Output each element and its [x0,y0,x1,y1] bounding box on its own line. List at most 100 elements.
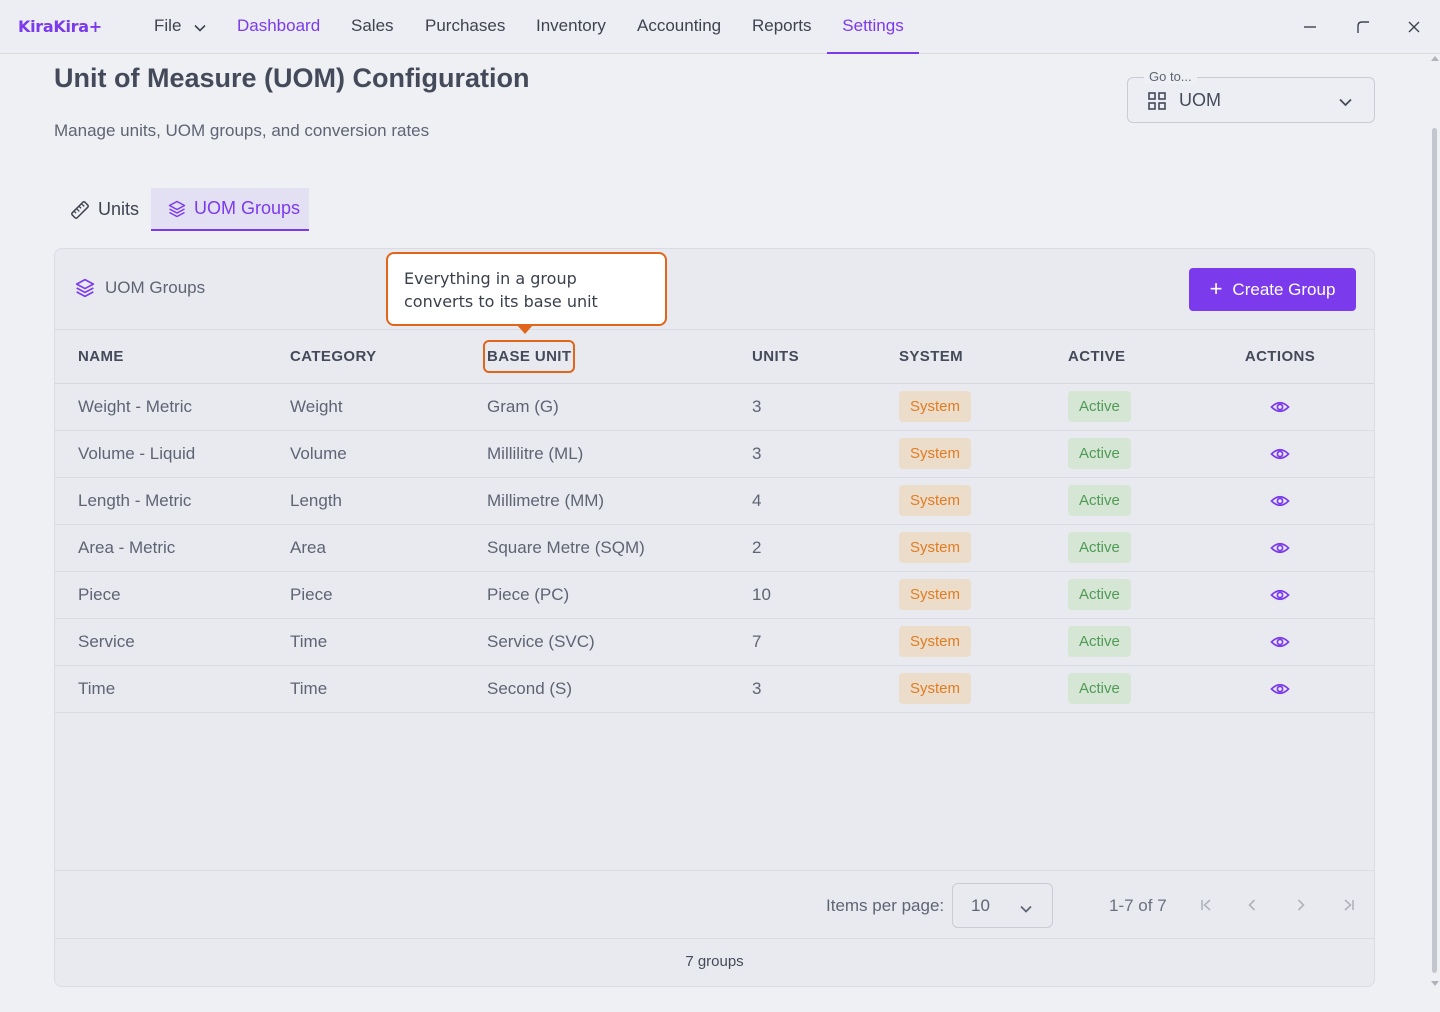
cell-name: Length - Metric [55,477,290,525]
col-system[interactable]: SYSTEM [899,330,1068,384]
active-badge: Active [1068,532,1131,563]
col-base-unit[interactable]: BASE UNIT [483,330,752,384]
cell-units: 2 [752,524,899,572]
col-category[interactable]: CATEGORY [290,330,487,384]
paginator: Items per page: 10 1-7 of 7 [55,870,1374,939]
tooltip-arrow [517,325,533,334]
menu-file-label: File [154,16,182,35]
system-badge: System [899,626,972,657]
col-name[interactable]: NAME [55,330,290,384]
tab-uom-groups-label: UOM Groups [194,198,301,218]
cell-name: Area - Metric [55,524,290,572]
eye-icon[interactable] [1270,397,1290,417]
nav-inventory[interactable]: Inventory [536,0,606,54]
cell-base-unit: Millilitre (ML) [487,430,752,478]
close-icon[interactable] [1401,14,1427,40]
ruler-icon [71,200,89,219]
goto-label: Go to... [1144,69,1197,84]
cell-name: Piece [55,571,290,619]
eye-icon[interactable] [1270,538,1290,558]
app-brand[interactable]: KiraKira+ [18,17,102,36]
scroll-down-icon[interactable] [1431,981,1439,986]
table-row[interactable]: Area - Metric Area Square Metre (SQM) 2 … [55,524,1374,572]
menu-file[interactable]: File [154,0,206,54]
cell-system: System [899,430,1068,478]
table-row[interactable]: Length - Metric Length Millimetre (MM) 4… [55,477,1374,525]
previous-page-icon[interactable] [1240,893,1264,917]
table-header-row: NAME CATEGORY BASE UNIT UNITS SYSTEM ACT… [55,330,1374,384]
last-page-icon[interactable] [1337,893,1361,917]
next-page-icon[interactable] [1289,893,1313,917]
restore-icon[interactable] [1350,14,1376,40]
cell-name: Volume - Liquid [55,430,290,478]
cell-system: System [899,571,1068,619]
active-badge: Active [1068,438,1131,469]
scrollbar-thumb[interactable] [1432,128,1437,973]
table-row[interactable]: Piece Piece Piece (PC) 10 System Active [55,571,1374,619]
active-badge: Active [1068,579,1131,610]
nav-sales[interactable]: Sales [351,0,394,54]
cell-active: Active [1068,665,1220,713]
cell-system: System [899,618,1068,666]
eye-icon[interactable] [1270,632,1290,652]
cell-active: Active [1068,571,1220,619]
active-badge: Active [1068,485,1131,516]
cell-base-unit: Millimetre (MM) [487,477,752,525]
cell-active: Active [1068,430,1220,478]
table-row[interactable]: Service Time Service (SVC) 7 System Acti… [55,618,1374,666]
cell-units: 10 [752,571,899,619]
cell-category: Time [290,665,487,713]
cell-category: Area [290,524,487,572]
group-count: 7 groups [685,953,744,970]
nav-dashboard[interactable]: Dashboard [237,0,320,54]
active-badge: Active [1068,626,1131,657]
table-row[interactable]: Time Time Second (S) 3 System Active [55,665,1374,713]
cell-category: Length [290,477,487,525]
nav-settings[interactable]: Settings [827,0,919,54]
col-active[interactable]: ACTIVE [1068,330,1220,384]
system-badge: System [899,438,972,469]
eye-icon[interactable] [1270,679,1290,699]
chevron-down-icon [194,1,206,53]
eye-icon[interactable] [1270,444,1290,464]
table-row[interactable]: Volume - Liquid Volume Millilitre (ML) 3… [55,430,1374,478]
table-row[interactable]: Weight - Metric Weight Gram (G) 3 System… [55,383,1374,431]
items-per-page-select[interactable]: 10 [952,883,1053,928]
nav-purchases[interactable]: Purchases [425,0,505,54]
tab-uom-groups[interactable]: UOM Groups [151,188,309,231]
top-bar: KiraKira+ File Dashboard Sales Purchases… [0,0,1440,54]
scroll-up-icon[interactable] [1431,56,1439,61]
card-title-label: UOM Groups [105,278,206,297]
cell-base-unit: Second (S) [487,665,752,713]
first-page-icon[interactable] [1194,893,1218,917]
cell-base-unit: Gram (G) [487,383,752,431]
col-units[interactable]: UNITS [752,330,899,384]
nav-accounting[interactable]: Accounting [637,0,721,54]
cell-actions [1220,665,1374,713]
cell-category: Time [290,618,487,666]
cell-base-unit: Piece (PC) [487,571,752,619]
active-badge: Active [1068,673,1131,704]
goto-select[interactable]: Go to... UOM [1127,69,1375,123]
chevron-down-icon [1339,94,1352,112]
uom-groups-table: NAME CATEGORY BASE UNIT UNITS SYSTEM ACT… [55,330,1374,713]
layers-icon [168,200,186,217]
create-group-label: Create Group [1232,279,1336,299]
cell-system: System [899,383,1068,431]
minimize-icon[interactable] [1297,14,1323,40]
card-header: UOM Groups + Create Group [55,249,1374,330]
eye-icon[interactable] [1270,491,1290,511]
uom-groups-card: UOM Groups + Create Group NAME CATEGORY … [54,248,1375,987]
eye-icon[interactable] [1270,585,1290,605]
cell-base-unit: Service (SVC) [487,618,752,666]
create-group-button[interactable]: + Create Group [1189,268,1356,311]
cell-active: Active [1068,524,1220,572]
grid-icon [1148,92,1166,115]
nav-reports[interactable]: Reports [752,0,812,54]
tab-units[interactable]: Units [58,188,151,231]
table-body: Weight - Metric Weight Gram (G) 3 System… [55,383,1374,713]
cell-category: Piece [290,571,487,619]
cell-name: Weight - Metric [55,383,290,431]
cell-name: Service [55,618,290,666]
items-per-page-value: 10 [971,896,990,915]
